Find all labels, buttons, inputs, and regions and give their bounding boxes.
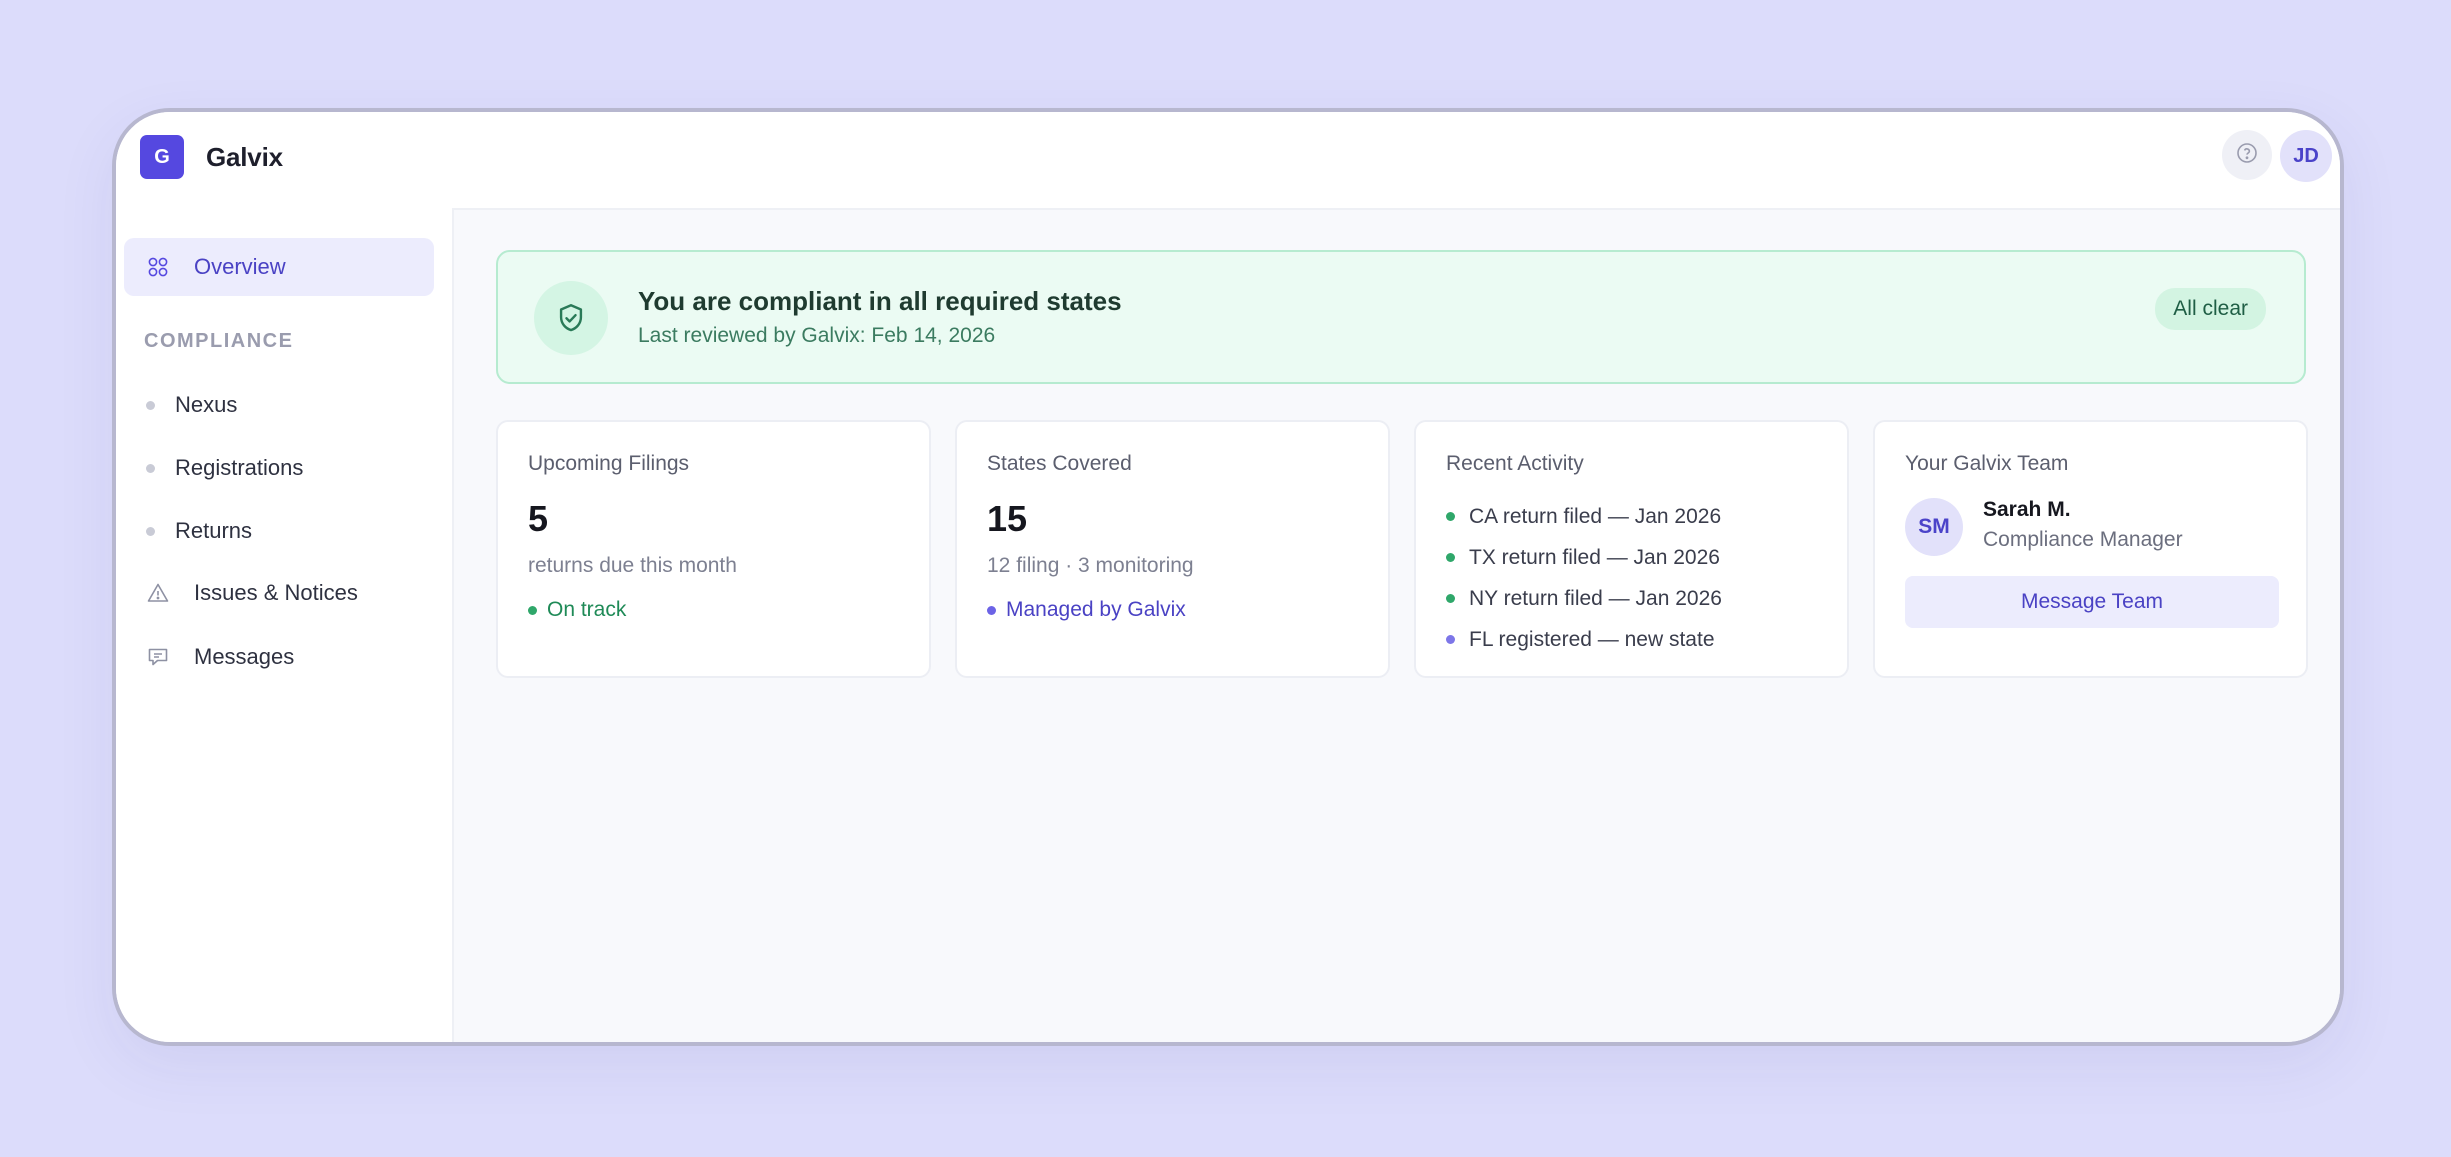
sidebar-item-nexus[interactable]: Nexus bbox=[146, 392, 237, 418]
bullet-dot bbox=[146, 400, 155, 410]
section-label-compliance: COMPLIANCE bbox=[144, 330, 294, 352]
app-logo[interactable]: G bbox=[140, 135, 184, 179]
activity-list: CA return filed — Jan 2026 TX return fil… bbox=[1446, 496, 1722, 660]
status-dot bbox=[1446, 553, 1455, 562]
card-status-label: On track bbox=[547, 598, 627, 621]
card-status: On track bbox=[528, 598, 626, 622]
team-member-role: Compliance Manager bbox=[1983, 528, 2183, 551]
sidebar-item-label: Nexus bbox=[175, 392, 238, 417]
activity-text: NY return filed — Jan 2026 bbox=[1469, 586, 1722, 610]
banner-subtitle: Last reviewed by Galvix: Feb 14, 2026 bbox=[638, 324, 996, 347]
sidebar-item-label: Overview bbox=[194, 254, 286, 279]
status-dot bbox=[1446, 512, 1455, 521]
sidebar-item-label: Returns bbox=[175, 518, 253, 543]
shield-check-icon bbox=[534, 281, 608, 355]
card-value: 5 bbox=[528, 498, 549, 539]
list-item: NY return filed — Jan 2026 bbox=[1446, 578, 1722, 619]
status-badge: All clear bbox=[2155, 288, 2266, 330]
bullet-dot bbox=[146, 526, 155, 536]
sidebar-item-label: Registrations bbox=[175, 455, 304, 480]
sidebar-item-label: Issues & Notices bbox=[194, 580, 358, 605]
sidebar-item-messages[interactable]: Messages bbox=[124, 628, 434, 686]
sidebar: Overview COMPLIANCE Nexus Registrations … bbox=[116, 208, 454, 1042]
warning-triangle-icon bbox=[146, 581, 170, 605]
sidebar-item-registrations[interactable]: Registrations bbox=[146, 455, 303, 481]
activity-text: CA return filed — Jan 2026 bbox=[1469, 504, 1722, 528]
grid-icon bbox=[146, 255, 170, 279]
sidebar-item-returns[interactable]: Returns bbox=[146, 518, 252, 544]
card-upcoming-filings: Upcoming Filings 5 returns due this mont… bbox=[496, 420, 931, 678]
list-item: TX return filed — Jan 2026 bbox=[1446, 537, 1722, 578]
card-galvix-team: Your Galvix Team SM Sarah M. Compliance … bbox=[1873, 420, 2308, 678]
card-subtitle: 12 filing · 3 monitoring bbox=[987, 554, 1194, 577]
top-bar: G Galvix JD bbox=[116, 112, 2340, 210]
card-title: Recent Activity bbox=[1446, 452, 1584, 475]
avatar: SM bbox=[1905, 498, 1963, 556]
help-button[interactable] bbox=[2222, 130, 2272, 180]
message-team-button[interactable]: Message Team bbox=[1905, 576, 2279, 628]
banner-title: You are compliant in all required states bbox=[638, 286, 1122, 316]
status-dot bbox=[1446, 635, 1455, 644]
card-title: States Covered bbox=[987, 452, 1132, 475]
card-subtitle: returns due this month bbox=[528, 554, 737, 577]
card-status-label: Managed by Galvix bbox=[1006, 598, 1186, 621]
list-item: FL registered — new state bbox=[1446, 619, 1722, 660]
status-dot bbox=[1446, 594, 1455, 603]
list-item: CA return filed — Jan 2026 bbox=[1446, 496, 1722, 537]
team-member-name: Sarah M. bbox=[1983, 498, 2071, 521]
card-title: Your Galvix Team bbox=[1905, 452, 2069, 475]
sidebar-item-overview[interactable]: Overview bbox=[124, 238, 434, 296]
app-name: Galvix bbox=[206, 142, 283, 172]
compliance-banner: You are compliant in all required states… bbox=[496, 250, 2306, 384]
help-circle-icon bbox=[2235, 141, 2259, 170]
activity-text: FL registered — new state bbox=[1469, 627, 1715, 651]
card-states-covered: States Covered 15 12 filing · 3 monitori… bbox=[955, 420, 1390, 678]
card-status: Managed by Galvix bbox=[987, 598, 1186, 622]
bullet-dot bbox=[146, 463, 155, 473]
card-recent-activity: Recent Activity CA return filed — Jan 20… bbox=[1414, 420, 1849, 678]
card-value: 15 bbox=[987, 498, 1028, 539]
user-avatar[interactable]: JD bbox=[2280, 130, 2332, 182]
message-icon bbox=[146, 645, 170, 669]
sidebar-item-issues[interactable]: Issues & Notices bbox=[124, 564, 434, 622]
main-content: You are compliant in all required states… bbox=[454, 210, 2340, 1042]
activity-text: TX return filed — Jan 2026 bbox=[1469, 545, 1720, 569]
card-title: Upcoming Filings bbox=[528, 452, 690, 475]
app-window: G Galvix JD Overview COMPLIANCE Nexus Re… bbox=[112, 108, 2344, 1046]
status-dot bbox=[987, 605, 996, 615]
status-dot bbox=[528, 605, 537, 615]
sidebar-item-label: Messages bbox=[194, 644, 295, 669]
